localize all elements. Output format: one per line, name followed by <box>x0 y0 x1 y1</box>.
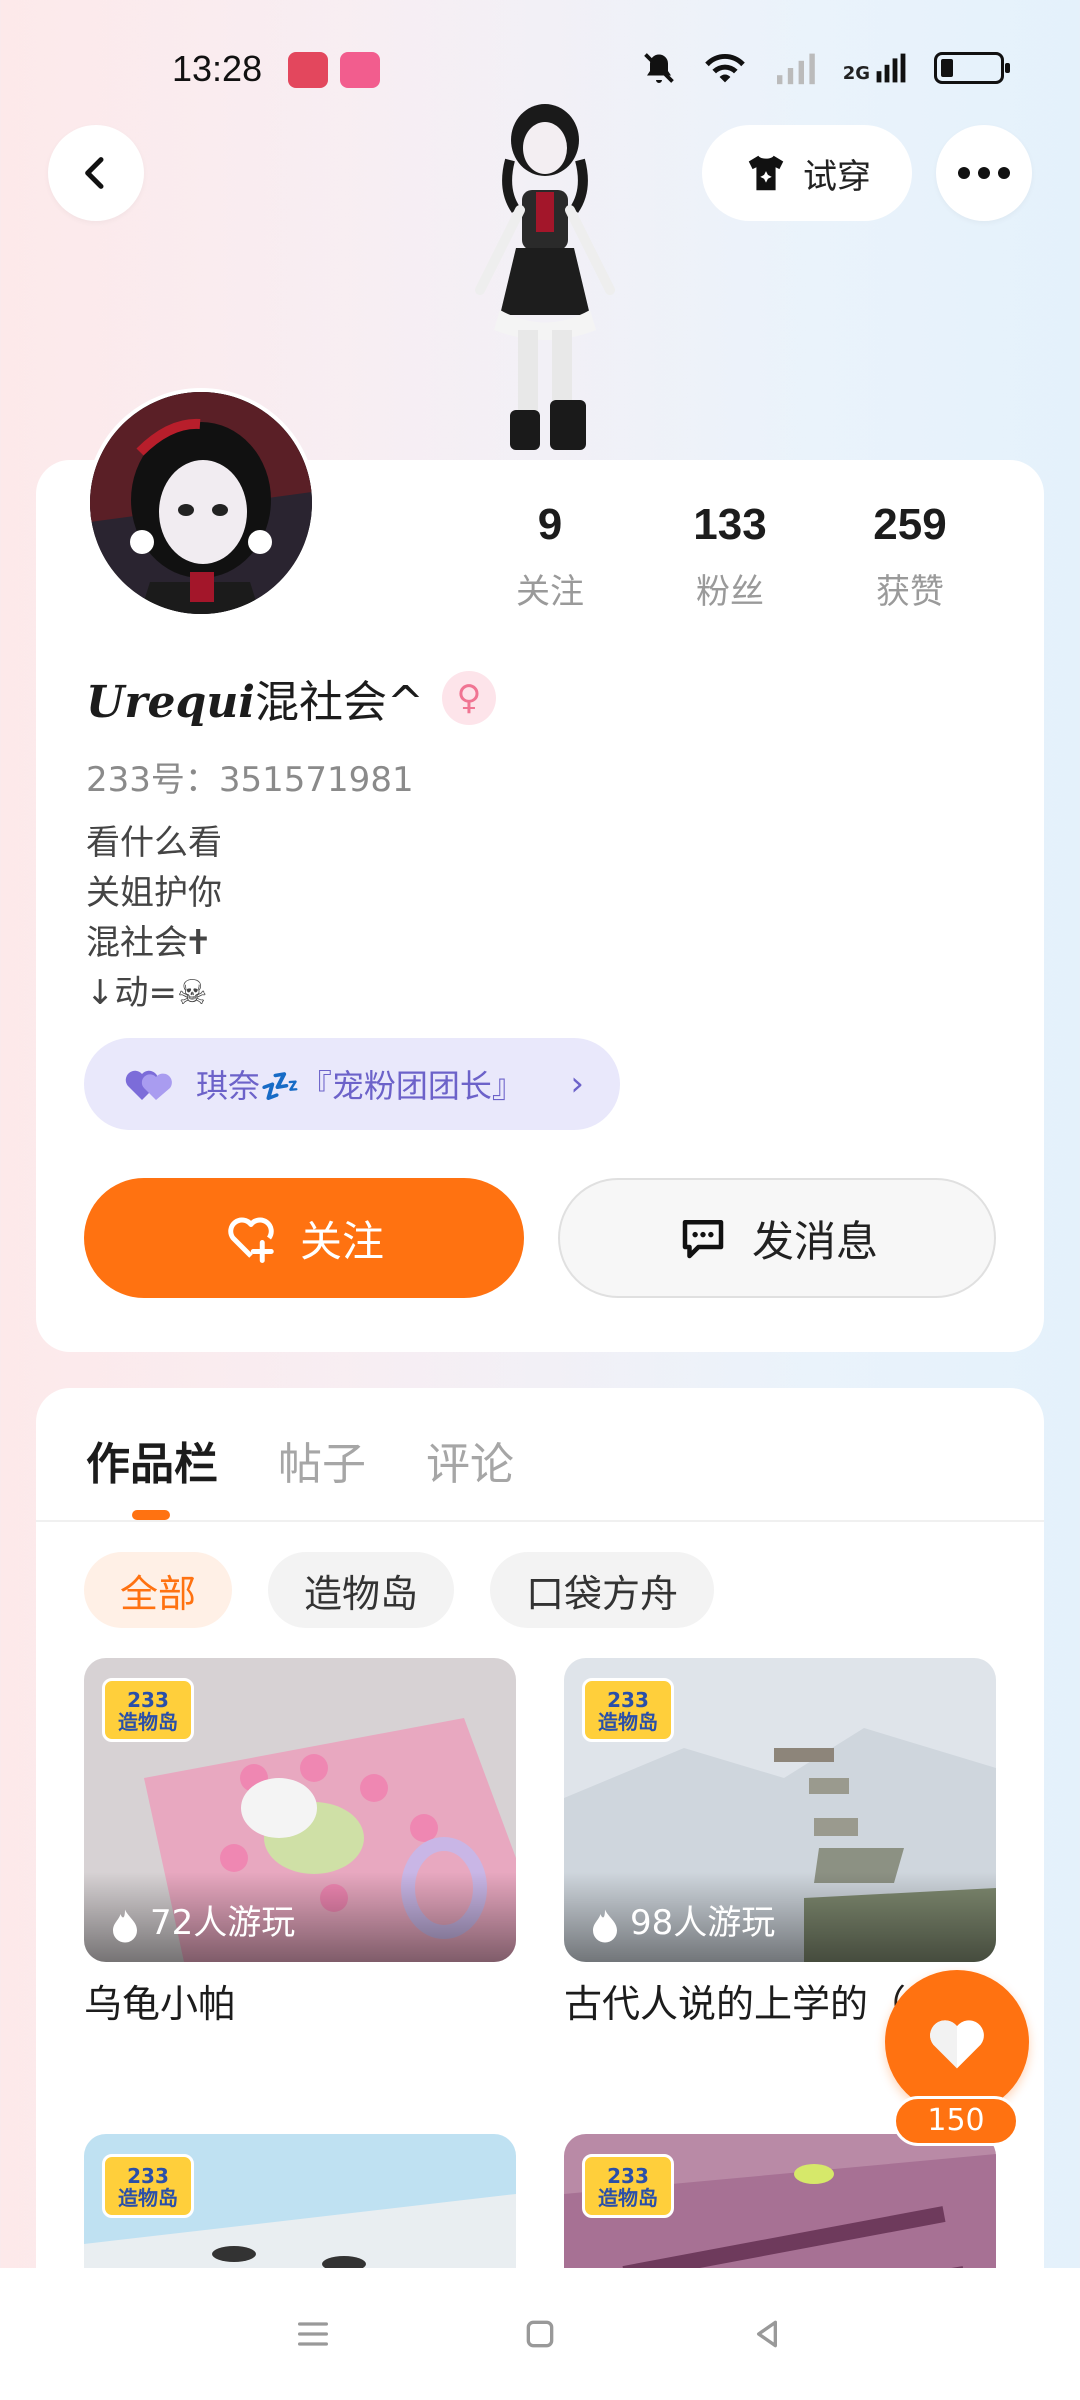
bio-line: 混社会🕇 <box>86 923 209 963</box>
work-thumbnail: 233 造物岛 72人游玩 <box>84 1658 516 1962</box>
username-row: Urequi混社会^ ♀ <box>86 666 496 730</box>
stat-following-label: 关注 <box>516 572 584 612</box>
work-title: 乌龟小帕 <box>84 1982 237 2026</box>
island-badge: 233 造物岛 <box>582 1678 674 1742</box>
badge-number: 233 <box>607 1688 649 1712</box>
tab-works[interactable]: 作品栏 <box>86 1428 218 1492</box>
flame-icon <box>593 1909 617 1943</box>
chat-bubble-icon <box>682 1220 724 1259</box>
network-signal: 2G <box>843 52 908 84</box>
mute-icon <box>643 53 674 83</box>
like-count: 150 <box>893 2096 1019 2146</box>
stat-following[interactable]: 9 关注 <box>470 500 630 613</box>
profile-stats: 9 关注 133 粉丝 259 获赞 <box>470 500 990 613</box>
content-tabs: 作品栏 帖子 评论 <box>86 1428 514 1492</box>
message-button[interactable]: 发消息 <box>558 1178 996 1298</box>
bio-line: 关姐护你 <box>86 873 222 913</box>
system-nav-bar <box>0 2268 1080 2400</box>
stat-following-count: 9 <box>537 500 563 549</box>
heart-plus-icon <box>228 1217 274 1263</box>
badge-text: 造物岛 <box>598 1710 658 1734</box>
badge-number: 233 <box>127 1688 169 1712</box>
username-text: 混社会^ <box>255 677 424 728</box>
user-id[interactable]: 233号：351571981 <box>86 752 414 801</box>
try-on-button[interactable]: 试穿 <box>702 125 912 221</box>
filter-all[interactable]: 全部 <box>84 1552 233 1628</box>
back-button[interactable] <box>48 125 144 221</box>
bio-line: 看什么看 <box>86 823 222 863</box>
island-badge: 233 造物岛 <box>102 2154 194 2218</box>
tab-comments[interactable]: 评论 <box>426 1428 514 1492</box>
play-count-label: 72人游玩 <box>150 1903 296 1943</box>
follow-label: 关注 <box>299 1216 384 1266</box>
avatar-3d-figure[interactable] <box>440 100 650 460</box>
double-heart-icon <box>125 1070 172 1100</box>
work-thumbnail: 233 造物岛 98人游玩 <box>564 1658 996 1962</box>
signal-bars-icon <box>876 53 906 83</box>
signal-icon <box>776 53 815 85</box>
network-type: 2G <box>842 63 870 84</box>
stat-likes-label: 获赞 <box>876 572 944 612</box>
flame-icon <box>113 1909 137 1943</box>
island-badge: 233 造物岛 <box>582 2154 674 2218</box>
stat-likes-count: 259 <box>873 500 947 549</box>
try-on-label: 试穿 <box>803 156 871 197</box>
badge-number: 233 <box>127 2164 169 2188</box>
stat-likes[interactable]: 259 获赞 <box>830 500 990 613</box>
wifi-icon <box>704 53 745 83</box>
play-count: 98人游玩 <box>564 1872 996 1962</box>
kuaishou-icon <box>288 52 328 88</box>
fan-group-pill[interactable]: 琪奈💤『宠粉团团长』 › <box>84 1038 620 1130</box>
filter-island[interactable]: 造物岛 <box>268 1552 455 1628</box>
avatar[interactable] <box>86 388 316 618</box>
more-dots-icon <box>958 167 1010 179</box>
stat-fans[interactable]: 133 粉丝 <box>650 500 810 613</box>
active-tab-indicator <box>132 1510 170 1520</box>
bio-line: ↓动=☠ <box>86 973 208 1013</box>
username-script: Urequi <box>86 677 256 728</box>
tab-posts[interactable]: 帖子 <box>278 1428 366 1492</box>
filter-chips: 全部 造物岛 口袋方舟 <box>84 1552 715 1628</box>
battery-icon <box>934 52 1010 84</box>
fan-group-label: 琪奈💤『宠粉团团长』 <box>196 1067 524 1105</box>
island-badge: 233 造物岛 <box>102 1678 194 1742</box>
bilibili-icon <box>340 52 380 88</box>
filter-ark[interactable]: 口袋方舟 <box>490 1552 715 1628</box>
female-icon: ♀ <box>441 671 496 725</box>
badge-text: 造物岛 <box>118 2186 178 2210</box>
tabs-divider <box>36 1520 1044 1522</box>
status-indicators: 2G <box>641 50 1010 86</box>
follow-button[interactable]: 关注 <box>84 1178 524 1298</box>
badge-text: 造物岛 <box>118 1710 178 1734</box>
play-count-label: 98人游玩 <box>630 1903 776 1943</box>
bio: 看什么看 关姐护你 混社会🕇 ↓动=☠ <box>86 818 222 1018</box>
like-button[interactable] <box>885 1970 1029 2114</box>
badge-text: 造物岛 <box>598 2186 658 2210</box>
chevron-left-icon <box>85 157 104 189</box>
message-label: 发消息 <box>751 1216 878 1266</box>
status-time: 13:28 <box>172 48 263 89</box>
stat-fans-count: 133 <box>693 500 767 549</box>
badge-number: 233 <box>607 2164 649 2188</box>
tshirt-icon <box>748 155 784 191</box>
stat-fans-label: 粉丝 <box>696 572 764 612</box>
more-button[interactable] <box>936 125 1032 221</box>
work-card[interactable]: 233 造物岛 72人游玩 乌龟小帕 <box>84 1658 516 2030</box>
username: Urequi混社会^ <box>86 666 424 730</box>
menu-icon[interactable] <box>293 2314 333 2354</box>
play-count: 72人游玩 <box>84 1872 516 1962</box>
chevron-right-icon: › <box>570 1064 584 1104</box>
works-card: 作品栏 帖子 评论 全部 造物岛 口袋方舟 233 造物岛 72人游玩 乌龟小帕… <box>36 1388 1044 2400</box>
back-nav-icon[interactable] <box>747 2314 787 2354</box>
home-icon[interactable] <box>520 2314 560 2354</box>
heart-icon <box>930 2020 984 2069</box>
avatar-image <box>90 392 312 614</box>
